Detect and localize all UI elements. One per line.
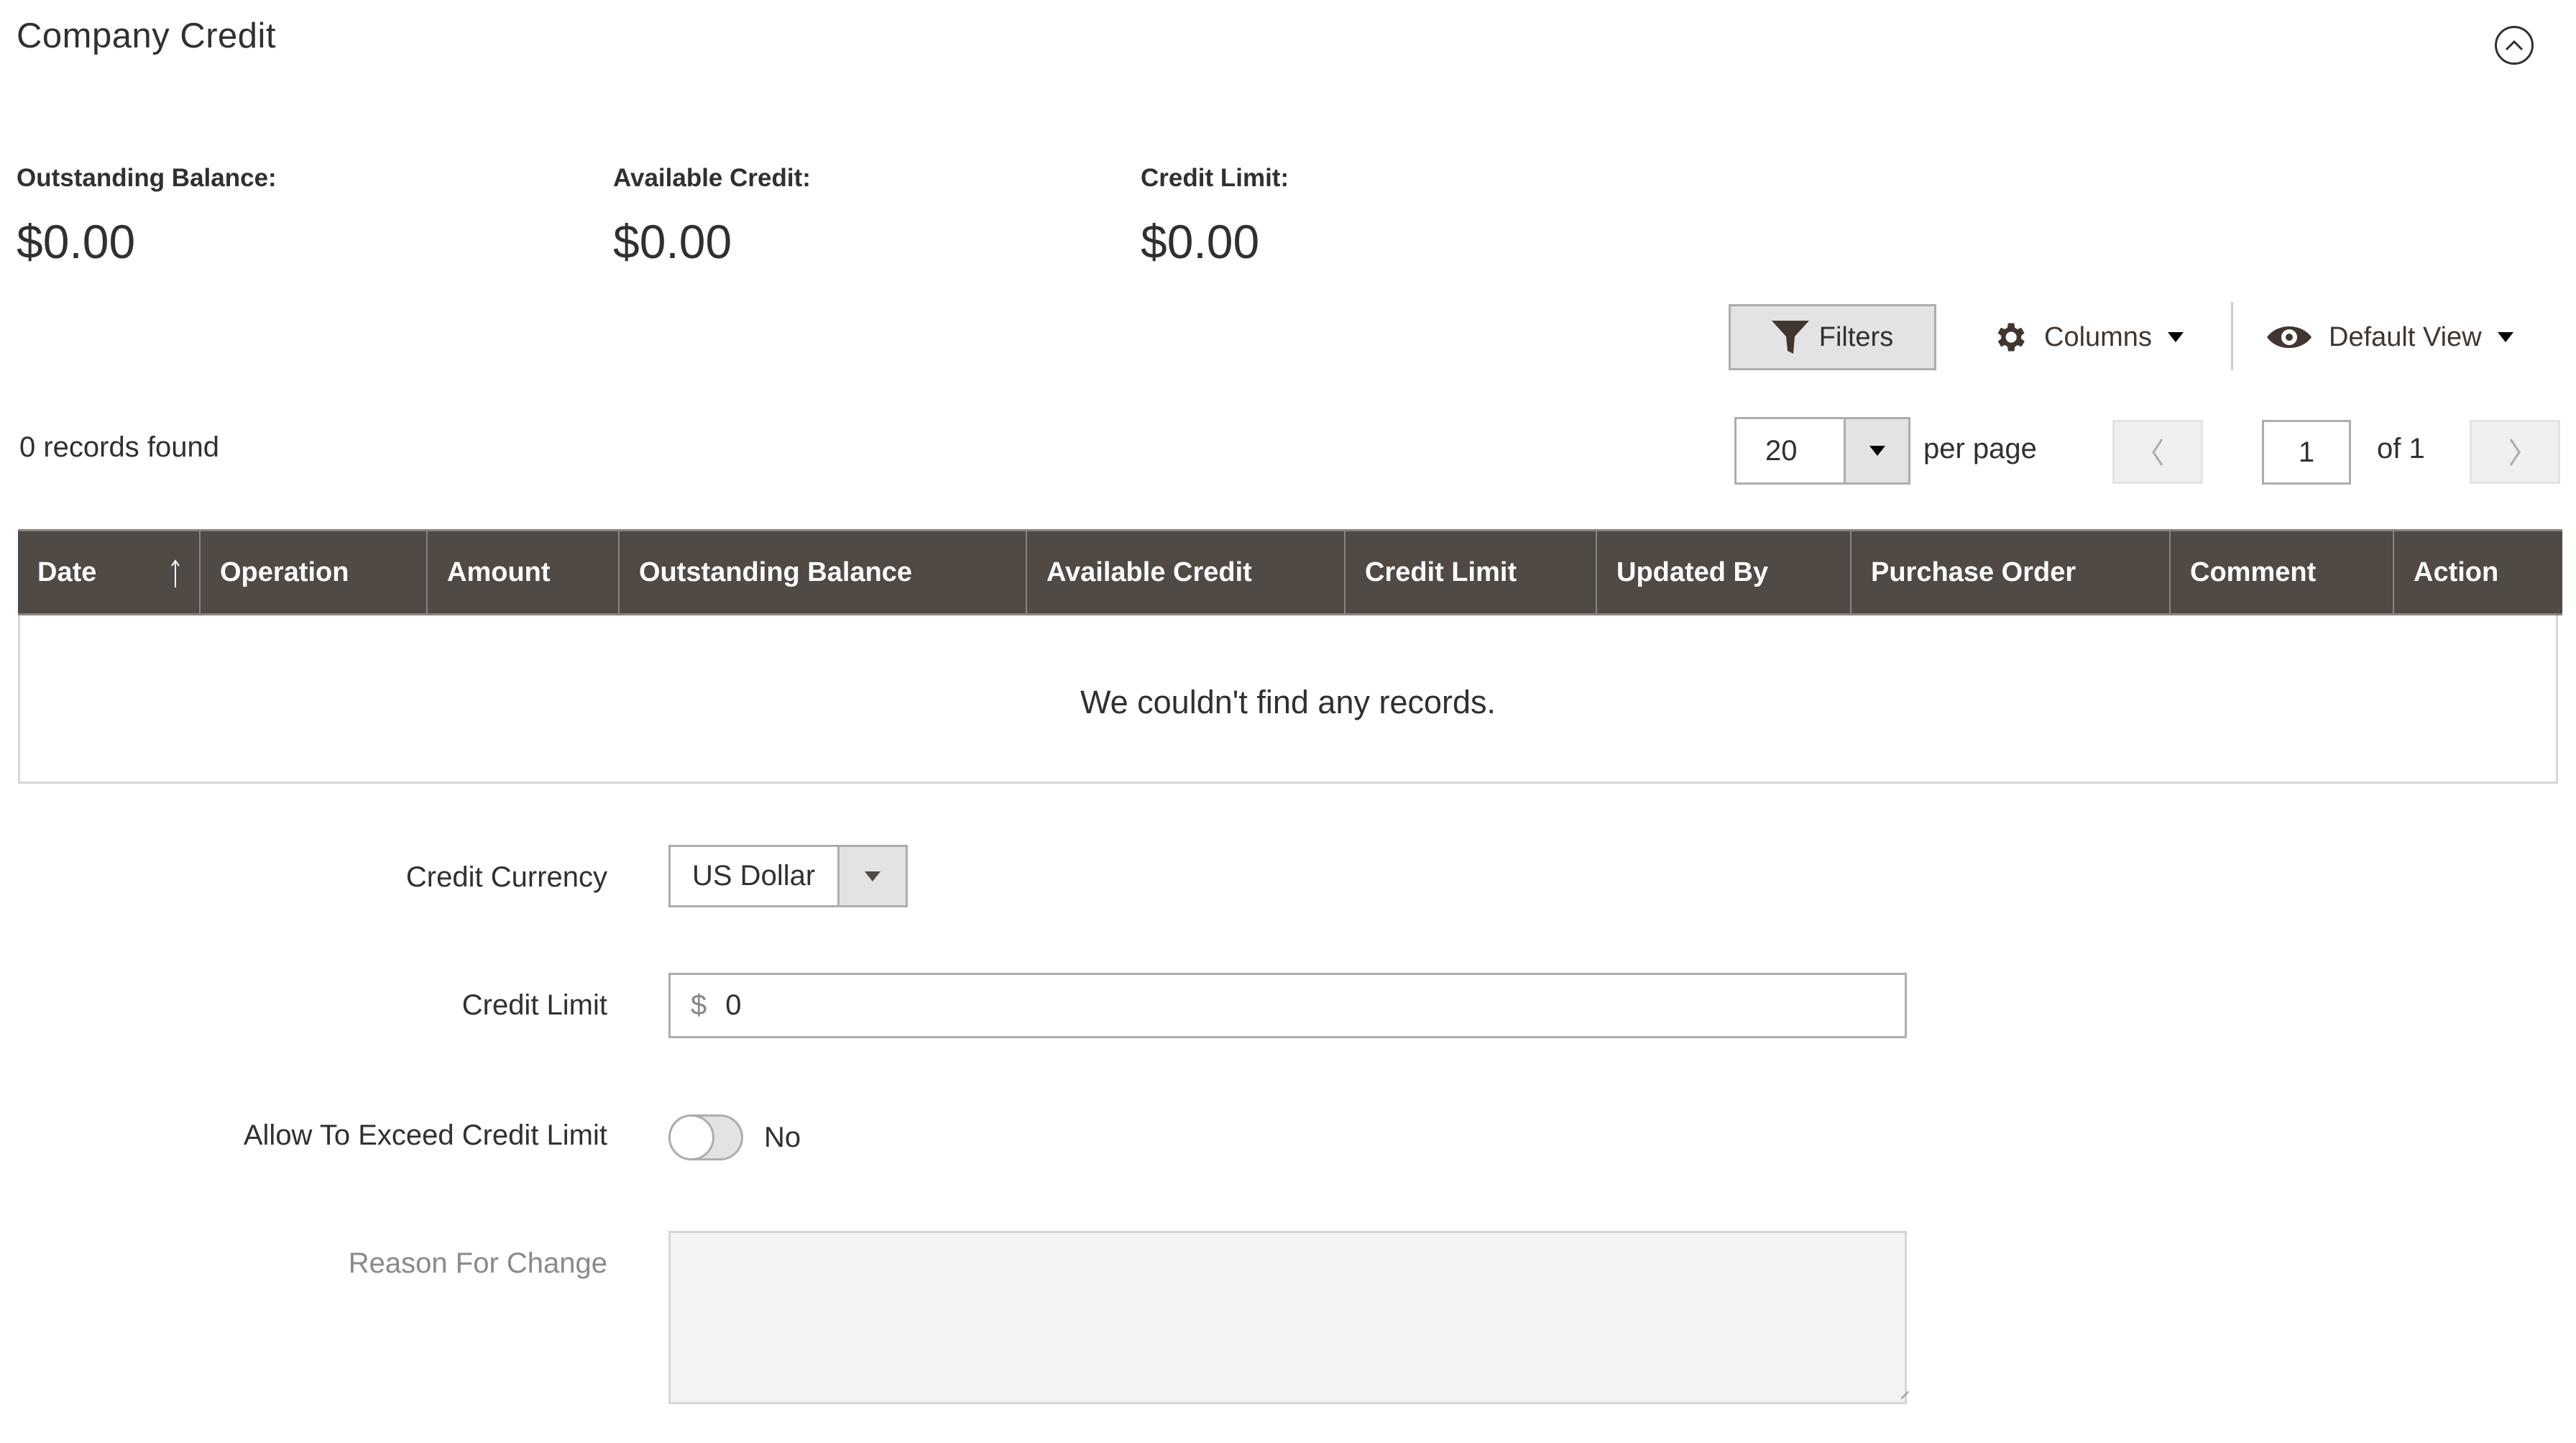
resize-handle-icon[interactable] bbox=[1895, 1385, 1909, 1399]
credit-currency-select[interactable]: US Dollar bbox=[668, 845, 908, 907]
currency-prefix: $ bbox=[691, 989, 707, 1021]
previous-page-button[interactable] bbox=[2112, 420, 2203, 484]
column-label: Credit Limit bbox=[1365, 556, 1517, 587]
column-header-outstanding-balance[interactable]: Outstanding Balance bbox=[620, 531, 1027, 613]
allow-exceed-label: Allow To Exceed Credit Limit bbox=[243, 1119, 607, 1151]
caret-down-icon bbox=[1869, 446, 1885, 456]
gear-icon bbox=[1997, 323, 2025, 352]
reason-for-change-textarea[interactable] bbox=[668, 1231, 1909, 1404]
records-found: 0 records found bbox=[19, 431, 219, 463]
credit-limit-input-value: 0 bbox=[725, 989, 742, 1021]
credit-history-grid: Date Operation Amount Outstanding Balanc… bbox=[18, 529, 2562, 784]
column-label: Purchase Order bbox=[1871, 556, 2076, 587]
chevron-right-icon bbox=[2509, 438, 2521, 466]
per-page-label: per page bbox=[1923, 433, 2037, 464]
caret-down-icon bbox=[865, 871, 880, 881]
allow-exceed-state: No bbox=[764, 1122, 801, 1153]
column-label: Comment bbox=[2190, 556, 2317, 587]
allow-exceed-toggle[interactable] bbox=[668, 1114, 743, 1160]
column-header-amount[interactable]: Amount bbox=[428, 531, 620, 613]
toggle-knob bbox=[668, 1114, 714, 1160]
column-label: Available Credit bbox=[1046, 556, 1252, 587]
column-label: Outstanding Balance bbox=[639, 556, 913, 587]
credit-limit-input[interactable]: $ 0 bbox=[668, 973, 1907, 1038]
next-page-button[interactable] bbox=[2470, 420, 2560, 484]
column-header-operation[interactable]: Operation bbox=[201, 531, 428, 613]
available-credit-value: $0.00 bbox=[613, 215, 732, 268]
chevron-left-icon bbox=[2152, 438, 2163, 466]
caret-down-icon bbox=[2167, 332, 2184, 342]
column-header-updated-by[interactable]: Updated By bbox=[1597, 531, 1852, 613]
columns-dropdown[interactable]: Columns bbox=[1991, 304, 2184, 370]
column-header-available-credit[interactable]: Available Credit bbox=[1027, 531, 1346, 613]
section-title: Company Credit bbox=[17, 17, 277, 55]
caret-down-icon bbox=[2497, 332, 2513, 342]
column-label: Date bbox=[37, 556, 97, 587]
total-pages-label: of 1 bbox=[2377, 433, 2425, 464]
default-view-label: Default View bbox=[2329, 321, 2482, 352]
filters-label: Filters bbox=[1818, 321, 1894, 352]
collapse-button[interactable] bbox=[2495, 26, 2534, 65]
column-header-purchase-order[interactable]: Purchase Order bbox=[1852, 531, 2171, 613]
per-page-toggle[interactable] bbox=[1844, 419, 1908, 482]
column-label: Updated By bbox=[1616, 556, 1769, 587]
column-label: Action bbox=[2414, 556, 2499, 587]
sort-ascending-icon bbox=[171, 559, 180, 587]
credit-limit-value: $0.00 bbox=[1141, 215, 1260, 268]
per-page-select[interactable]: 20 bbox=[1734, 417, 1910, 485]
credit-limit-label: Credit Limit: bbox=[1141, 164, 1289, 192]
column-header-comment[interactable]: Comment bbox=[2171, 531, 2394, 613]
reason-for-change-label: Reason For Change bbox=[348, 1247, 607, 1279]
credit-limit-field-label: Credit Limit bbox=[461, 989, 607, 1021]
outstanding-balance-value: $0.00 bbox=[17, 215, 136, 268]
column-header-action: Action bbox=[2394, 531, 2562, 613]
filters-button[interactable]: Filters bbox=[1729, 304, 1936, 370]
grid-header-row: Date Operation Amount Outstanding Balanc… bbox=[18, 529, 2562, 615]
chevron-up-icon bbox=[2505, 40, 2524, 51]
column-label: Amount bbox=[447, 556, 551, 587]
credit-currency-label: Credit Currency bbox=[405, 861, 607, 893]
outstanding-balance-label: Outstanding Balance: bbox=[17, 164, 277, 192]
credit-currency-toggle[interactable] bbox=[837, 847, 906, 905]
credit-currency-value: US Dollar bbox=[692, 860, 816, 892]
default-view-dropdown[interactable]: Default View bbox=[2266, 304, 2513, 370]
column-header-credit-limit[interactable]: Credit Limit bbox=[1346, 531, 1597, 613]
available-credit-label: Available Credit: bbox=[613, 164, 811, 192]
per-page-value: 20 bbox=[1765, 434, 1798, 467]
column-header-date[interactable]: Date bbox=[18, 531, 201, 613]
funnel-icon bbox=[1771, 321, 1809, 354]
columns-label: Columns bbox=[2044, 321, 2152, 352]
empty-grid-message: We couldn't find any records. bbox=[1080, 684, 1496, 720]
column-label: Operation bbox=[220, 556, 349, 587]
eye-icon bbox=[2267, 326, 2312, 348]
toolbar-divider bbox=[2231, 302, 2233, 370]
page-number-input[interactable]: 1 bbox=[2262, 420, 2351, 485]
